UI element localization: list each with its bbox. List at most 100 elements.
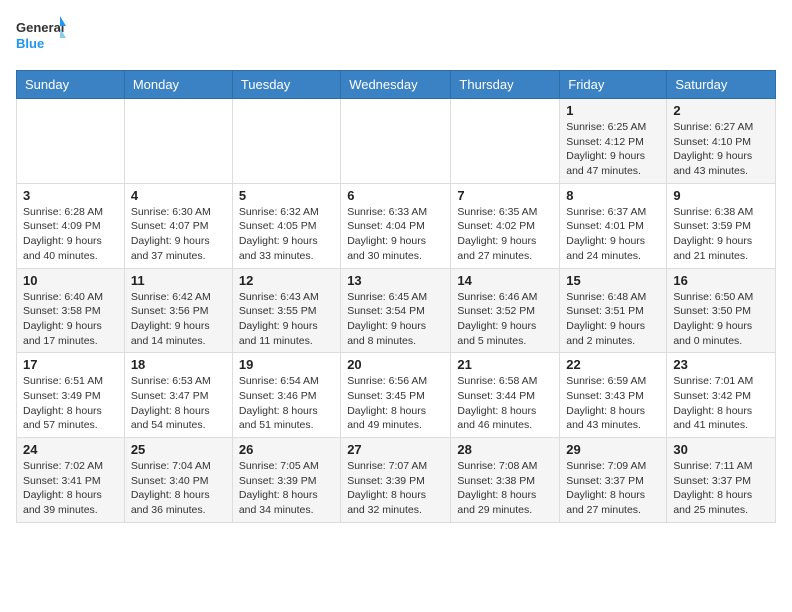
day-number: 14: [457, 273, 553, 288]
calendar-cell: 27 Sunrise: 7:07 AM Sunset: 3:39 PM Dayli…: [341, 438, 451, 523]
logo-svg: General Blue: [16, 16, 66, 58]
calendar-cell: 26Sunrise: 7:05 AM Sunset: 3:39 PM Dayli…: [232, 438, 340, 523]
day-number: 6: [347, 188, 444, 203]
calendar-cell: 22Sunrise: 6:59 AM Sunset: 3:43 PM Dayli…: [560, 353, 667, 438]
calendar-cell: 6Sunrise: 6:33 AM Sunset: 4:04 PM Daylig…: [341, 183, 451, 268]
day-info: Sunrise: 6:56 AM Sunset: 3:45 PM Dayligh…: [347, 374, 444, 433]
day-number: 11: [131, 273, 226, 288]
day-number: 30: [673, 442, 769, 457]
calendar-cell: 7 Sunrise: 6:35 AM Sunset: 4:02 PM Daylig…: [451, 183, 560, 268]
calendar-cell: 1 Sunrise: 6:25 AM Sunset: 4:12 PM Daylig…: [560, 99, 667, 184]
day-info: Sunrise: 6:45 AM Sunset: 3:54 PM Dayligh…: [347, 290, 444, 349]
day-number: 12: [239, 273, 334, 288]
day-number: 21: [457, 357, 553, 372]
day-info: Sunrise: 6:35 AM Sunset: 4:02 PM Dayligh…: [457, 205, 553, 264]
calendar-cell: [124, 99, 232, 184]
weekday-header-saturday: Saturday: [667, 71, 776, 99]
calendar-cell: [451, 99, 560, 184]
day-number: 27: [347, 442, 444, 457]
day-number: 13: [347, 273, 444, 288]
calendar-cell: 24Sunrise: 7:02 AM Sunset: 3:41 PM Dayli…: [17, 438, 125, 523]
calendar-week-4: 17 Sunrise: 6:51 AM Sunset: 3:49 PM Dayli…: [17, 353, 776, 438]
day-info: Sunrise: 6:51 AM Sunset: 3:49 PM Dayligh…: [23, 374, 118, 433]
calendar-cell: 11 Sunrise: 6:42 AM Sunset: 3:56 PM Dayli…: [124, 268, 232, 353]
day-info: Sunrise: 6:50 AM Sunset: 3:50 PM Dayligh…: [673, 290, 769, 349]
day-number: 29: [566, 442, 660, 457]
calendar-week-1: 1 Sunrise: 6:25 AM Sunset: 4:12 PM Daylig…: [17, 99, 776, 184]
day-number: 5: [239, 188, 334, 203]
weekday-header-sunday: Sunday: [17, 71, 125, 99]
day-number: 9: [673, 188, 769, 203]
day-number: 1: [566, 103, 660, 118]
day-number: 25: [131, 442, 226, 457]
calendar-header: SundayMondayTuesdayWednesdayThursdayFrid…: [17, 71, 776, 99]
day-number: 26: [239, 442, 334, 457]
day-number: 16: [673, 273, 769, 288]
calendar-cell: 21 Sunrise: 6:58 AM Sunset: 3:44 PM Dayli…: [451, 353, 560, 438]
day-info: Sunrise: 6:58 AM Sunset: 3:44 PM Dayligh…: [457, 374, 553, 433]
calendar-cell: 30 Sunrise: 7:11 AM Sunset: 3:37 PM Dayli…: [667, 438, 776, 523]
weekday-header-friday: Friday: [560, 71, 667, 99]
calendar-cell: 14 Sunrise: 6:46 AM Sunset: 3:52 PM Dayli…: [451, 268, 560, 353]
day-number: 7: [457, 188, 553, 203]
day-info: Sunrise: 6:25 AM Sunset: 4:12 PM Dayligh…: [566, 120, 660, 179]
day-number: 15: [566, 273, 660, 288]
day-info: Sunrise: 6:38 AM Sunset: 3:59 PM Dayligh…: [673, 205, 769, 264]
day-info: Sunrise: 6:46 AM Sunset: 3:52 PM Dayligh…: [457, 290, 553, 349]
weekday-header-wednesday: Wednesday: [341, 71, 451, 99]
calendar-cell: [341, 99, 451, 184]
svg-text:Blue: Blue: [16, 36, 44, 51]
day-info: Sunrise: 7:08 AM Sunset: 3:38 PM Dayligh…: [457, 459, 553, 518]
day-info: Sunrise: 7:11 AM Sunset: 3:37 PM Dayligh…: [673, 459, 769, 518]
day-info: Sunrise: 6:59 AM Sunset: 3:43 PM Dayligh…: [566, 374, 660, 433]
calendar-cell: 16 Sunrise: 6:50 AM Sunset: 3:50 PM Dayli…: [667, 268, 776, 353]
day-number: 23: [673, 357, 769, 372]
logo: General Blue: [16, 16, 66, 58]
calendar-cell: [17, 99, 125, 184]
calendar-table: SundayMondayTuesdayWednesdayThursdayFrid…: [16, 70, 776, 523]
calendar-cell: 18Sunrise: 6:53 AM Sunset: 3:47 PM Dayli…: [124, 353, 232, 438]
calendar-cell: 25 Sunrise: 7:04 AM Sunset: 3:40 PM Dayli…: [124, 438, 232, 523]
weekday-row: SundayMondayTuesdayWednesdayThursdayFrid…: [17, 71, 776, 99]
calendar-cell: 13 Sunrise: 6:45 AM Sunset: 3:54 PM Dayli…: [341, 268, 451, 353]
calendar-cell: 9 Sunrise: 6:38 AM Sunset: 3:59 PM Daylig…: [667, 183, 776, 268]
day-info: Sunrise: 7:01 AM Sunset: 3:42 PM Dayligh…: [673, 374, 769, 433]
svg-text:General: General: [16, 20, 64, 35]
calendar-cell: [232, 99, 340, 184]
calendar-cell: 12 Sunrise: 6:43 AM Sunset: 3:55 PM Dayli…: [232, 268, 340, 353]
day-number: 4: [131, 188, 226, 203]
day-info: Sunrise: 6:53 AM Sunset: 3:47 PM Dayligh…: [131, 374, 226, 433]
day-info: Sunrise: 6:32 AM Sunset: 4:05 PM Dayligh…: [239, 205, 334, 264]
day-info: Sunrise: 7:02 AM Sunset: 3:41 PM Dayligh…: [23, 459, 118, 518]
weekday-header-tuesday: Tuesday: [232, 71, 340, 99]
calendar-cell: 3Sunrise: 6:28 AM Sunset: 4:09 PM Daylig…: [17, 183, 125, 268]
page-header: General Blue: [16, 16, 776, 58]
day-number: 3: [23, 188, 118, 203]
day-number: 17: [23, 357, 118, 372]
day-number: 19: [239, 357, 334, 372]
day-info: Sunrise: 7:07 AM Sunset: 3:39 PM Dayligh…: [347, 459, 444, 518]
weekday-header-monday: Monday: [124, 71, 232, 99]
calendar-week-3: 10Sunrise: 6:40 AM Sunset: 3:58 PM Dayli…: [17, 268, 776, 353]
day-number: 10: [23, 273, 118, 288]
day-number: 2: [673, 103, 769, 118]
calendar-cell: 15 Sunrise: 6:48 AM Sunset: 3:51 PM Dayli…: [560, 268, 667, 353]
day-info: Sunrise: 7:09 AM Sunset: 3:37 PM Dayligh…: [566, 459, 660, 518]
day-info: Sunrise: 6:27 AM Sunset: 4:10 PM Dayligh…: [673, 120, 769, 179]
day-info: Sunrise: 6:30 AM Sunset: 4:07 PM Dayligh…: [131, 205, 226, 264]
day-number: 28: [457, 442, 553, 457]
day-number: 8: [566, 188, 660, 203]
calendar-cell: 19Sunrise: 6:54 AM Sunset: 3:46 PM Dayli…: [232, 353, 340, 438]
calendar-cell: 10Sunrise: 6:40 AM Sunset: 3:58 PM Dayli…: [17, 268, 125, 353]
calendar-cell: 8Sunrise: 6:37 AM Sunset: 4:01 PM Daylig…: [560, 183, 667, 268]
calendar-body: 1 Sunrise: 6:25 AM Sunset: 4:12 PM Daylig…: [17, 99, 776, 523]
day-info: Sunrise: 6:48 AM Sunset: 3:51 PM Dayligh…: [566, 290, 660, 349]
day-info: Sunrise: 7:04 AM Sunset: 3:40 PM Dayligh…: [131, 459, 226, 518]
calendar-week-5: 24Sunrise: 7:02 AM Sunset: 3:41 PM Dayli…: [17, 438, 776, 523]
calendar-cell: 23 Sunrise: 7:01 AM Sunset: 3:42 PM Dayli…: [667, 353, 776, 438]
calendar-cell: 2 Sunrise: 6:27 AM Sunset: 4:10 PM Daylig…: [667, 99, 776, 184]
calendar-cell: 20Sunrise: 6:56 AM Sunset: 3:45 PM Dayli…: [341, 353, 451, 438]
day-info: Sunrise: 6:43 AM Sunset: 3:55 PM Dayligh…: [239, 290, 334, 349]
day-info: Sunrise: 6:42 AM Sunset: 3:56 PM Dayligh…: [131, 290, 226, 349]
calendar-cell: 17 Sunrise: 6:51 AM Sunset: 3:49 PM Dayli…: [17, 353, 125, 438]
